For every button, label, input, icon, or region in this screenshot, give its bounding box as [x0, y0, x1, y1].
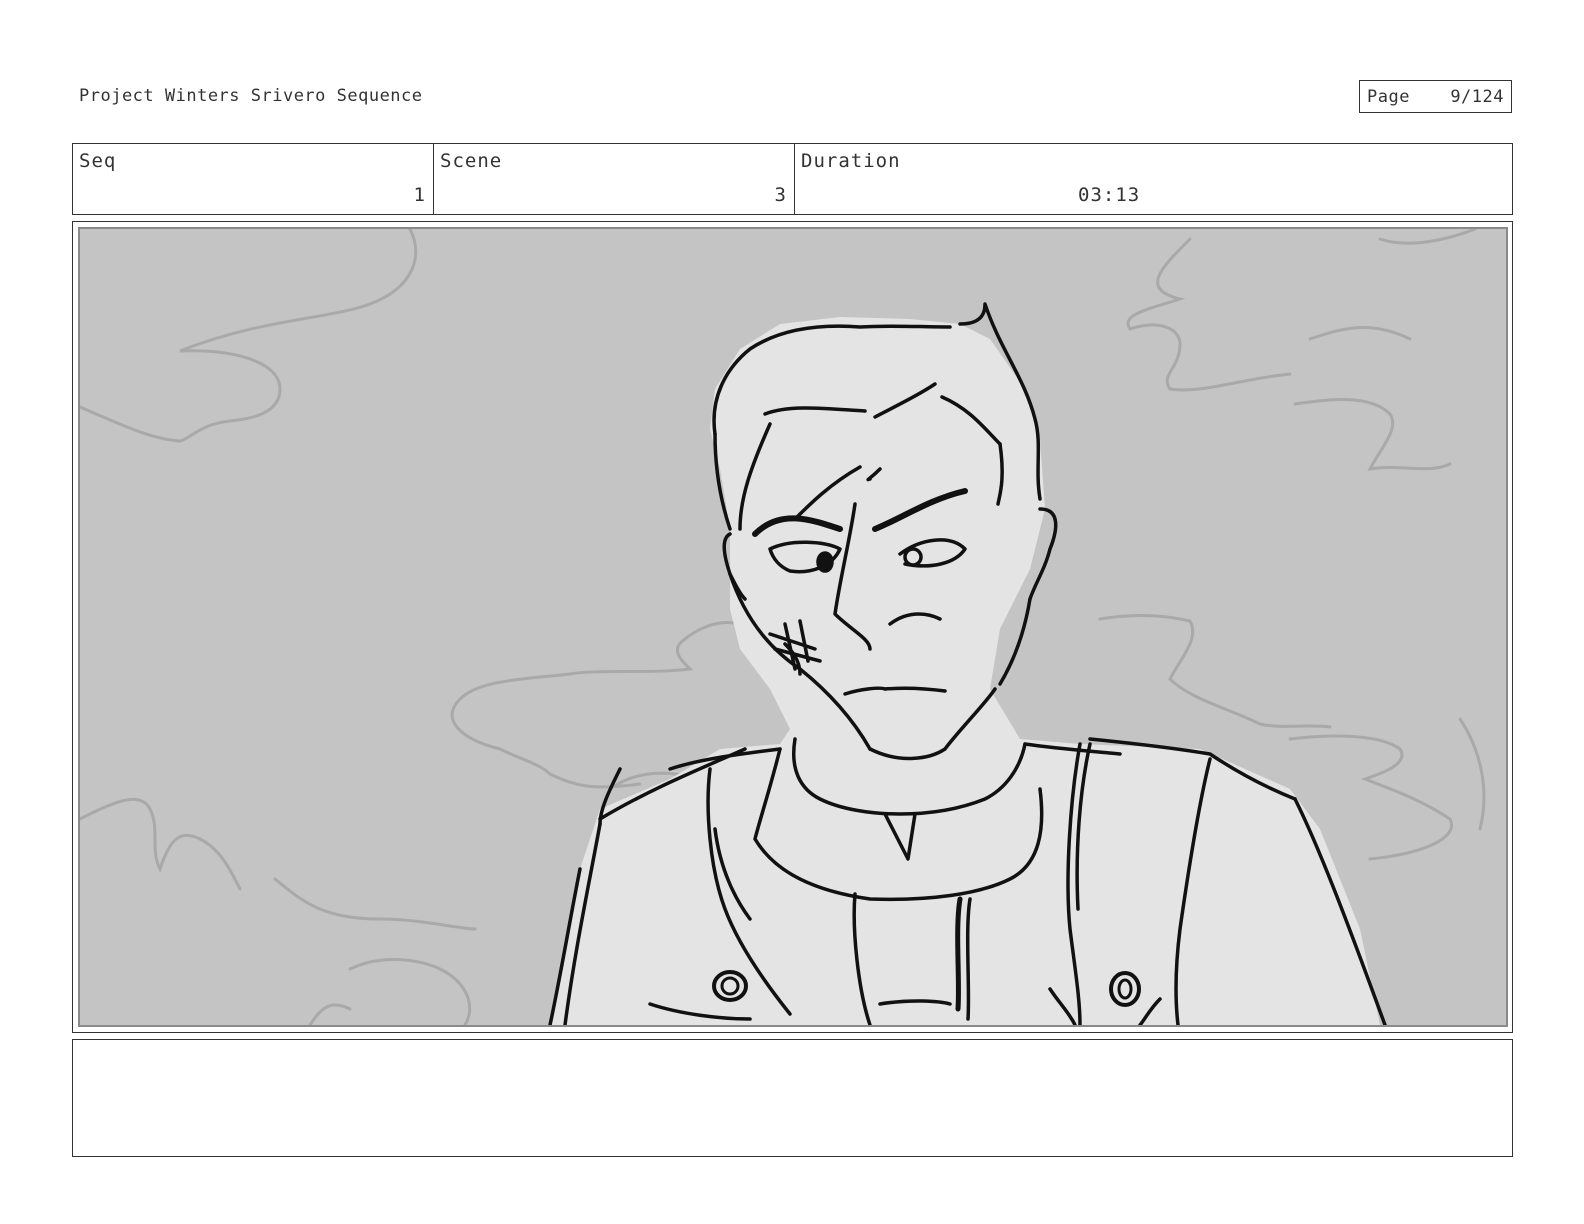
scene-label: Scene [440, 150, 503, 172]
page-label: Page [1367, 86, 1410, 107]
storyboard-panel-image [78, 227, 1508, 1027]
page-number: 9/124 [1450, 86, 1504, 107]
duration-label: Duration [801, 150, 901, 172]
seq-cell: Seq 1 [73, 144, 434, 214]
panel-notes-box [72, 1039, 1513, 1157]
sketch-drawing [80, 229, 1486, 1025]
project-title: Project Winters Srivero Sequence [79, 86, 423, 106]
page-indicator: Page 9/124 [1359, 80, 1512, 113]
scene-value: 3 [774, 184, 787, 206]
seq-value: 1 [413, 184, 426, 206]
shot-info-bar: Seq 1 Scene 3 Duration 03:13 [72, 143, 1513, 215]
scene-cell: Scene 3 [434, 144, 795, 214]
seq-label: Seq [79, 150, 117, 172]
duration-value: 03:13 [1078, 184, 1141, 206]
duration-cell: Duration 03:13 [795, 144, 1512, 214]
